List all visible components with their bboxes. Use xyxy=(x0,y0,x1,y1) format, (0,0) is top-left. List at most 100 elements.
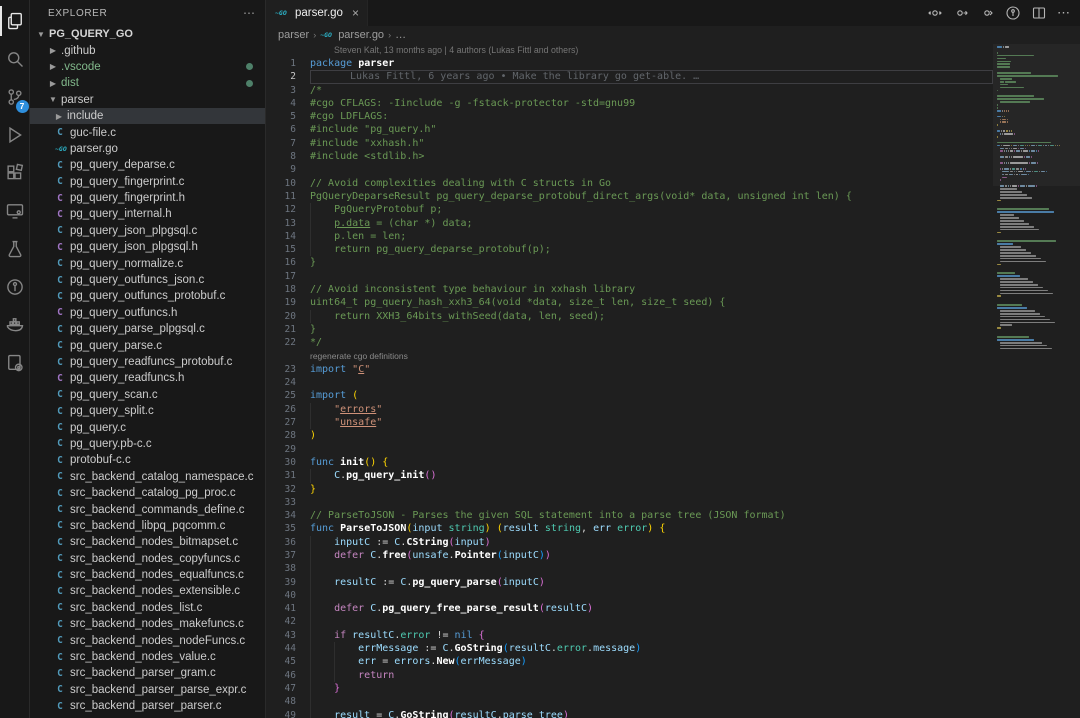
remote-explorer-icon[interactable] xyxy=(0,192,30,230)
code-line[interactable]: 5#cgo LDFLAGS: xyxy=(266,110,993,123)
code-line[interactable]: 7#include "xxhash.h" xyxy=(266,137,993,150)
minimap[interactable] xyxy=(993,44,1080,718)
code-line[interactable]: 26 "errors" xyxy=(266,403,993,416)
tree-file-pg-query-split-c[interactable]: Cpg_query_split.c xyxy=(30,403,265,419)
tree-folder--github[interactable]: ▶.github xyxy=(30,42,265,58)
next-change-icon[interactable] xyxy=(979,5,995,21)
code-line[interactable]: 2Lukas Fittl, 6 years ago • Make the lib… xyxy=(266,70,993,83)
code-line[interactable]: 37 defer C.free(unsafe.Pointer(inputC)) xyxy=(266,549,993,562)
tree-file-src-backend-nodes-equalfuncs-c[interactable]: Csrc_backend_nodes_equalfuncs.c xyxy=(30,567,265,583)
code-line[interactable]: 48 xyxy=(266,695,993,708)
line-number[interactable]: 11 xyxy=(266,190,310,203)
line-number[interactable]: 1 xyxy=(266,57,310,70)
line-number[interactable]: 29 xyxy=(266,443,310,456)
code-line[interactable]: 13 p.data = (char *) data; xyxy=(266,217,993,230)
line-number[interactable]: 26 xyxy=(266,403,310,416)
code-line[interactable]: 43 if resultC.error != nil { xyxy=(266,629,993,642)
tree-file-pg-query-outfuncs-protobuf-c[interactable]: Cpg_query_outfuncs_protobuf.c xyxy=(30,288,265,304)
tree-file-src-backend-parser-parser-c[interactable]: Csrc_backend_parser_parser.c xyxy=(30,698,265,714)
previous-change-icon[interactable] xyxy=(953,5,969,21)
breadcrumb-folder[interactable]: parser xyxy=(278,29,309,41)
line-number[interactable]: 37 xyxy=(266,549,310,562)
tree-file-src-backend-nodes-list-c[interactable]: Csrc_backend_nodes_list.c xyxy=(30,600,265,616)
tree-file-src-backend-commands-define-c[interactable]: Csrc_backend_commands_define.c xyxy=(30,501,265,517)
tree-folder-dist[interactable]: ▶dist xyxy=(30,75,265,91)
tree-file-parser-go[interactable]: ~GOparser.go xyxy=(30,141,265,157)
code-line[interactable]: 8#include <stdlib.h> xyxy=(266,150,993,163)
split-editor-icon[interactable] xyxy=(1031,5,1047,21)
line-number[interactable]: 7 xyxy=(266,137,310,150)
tree-file-pg-query-outfuncs-json-c[interactable]: Cpg_query_outfuncs_json.c xyxy=(30,272,265,288)
code-line[interactable]: 35func ParseToJSON(input string) (result… xyxy=(266,522,993,535)
line-number[interactable]: 48 xyxy=(266,695,310,708)
tab-parser-go[interactable]: ~GO parser.go × xyxy=(266,0,368,26)
code-line[interactable]: 18// Avoid inconsistent type behaviour i… xyxy=(266,283,993,296)
tree-file-pg-query-json-plpgsql-h[interactable]: Cpg_query_json_plpgsql.h xyxy=(30,239,265,255)
code-line[interactable]: 21} xyxy=(266,323,993,336)
tree-file-pg-query-c[interactable]: Cpg_query.c xyxy=(30,419,265,435)
line-number[interactable]: 47 xyxy=(266,682,310,695)
line-number[interactable]: 35 xyxy=(266,522,310,535)
tree-file-src-backend-nodes-nodefuncs-c[interactable]: Csrc_backend_nodes_nodeFuncs.c xyxy=(30,632,265,648)
line-number[interactable]: 43 xyxy=(266,629,310,642)
project-manager-icon[interactable] xyxy=(0,344,30,382)
tree-file-src-backend-catalog-pg-proc-c[interactable]: Csrc_backend_catalog_pg_proc.c xyxy=(30,485,265,501)
line-number[interactable]: 45 xyxy=(266,655,310,668)
line-number[interactable]: 8 xyxy=(266,150,310,163)
line-number[interactable]: 31 xyxy=(266,469,310,482)
code-line[interactable]: 11PgQueryDeparseResult pg_query_deparse_… xyxy=(266,190,993,203)
code-line[interactable]: 12 PgQueryProtobuf p; xyxy=(266,203,993,216)
line-number[interactable]: 40 xyxy=(266,589,310,602)
tree-file-pg-query-fingerprint-h[interactable]: Cpg_query_fingerprint.h xyxy=(30,190,265,206)
gitlens-graph-icon[interactable] xyxy=(1005,5,1021,21)
code-line[interactable]: 16} xyxy=(266,256,993,269)
code-line[interactable]: 15 return pg_query_deparse_protobuf(p); xyxy=(266,243,993,256)
line-number[interactable]: 23 xyxy=(266,363,310,376)
tree-file-pg-query-readfuncs-protobuf-c[interactable]: Cpg_query_readfuncs_protobuf.c xyxy=(30,354,265,370)
more-actions-icon[interactable]: ⋯ xyxy=(1057,5,1070,21)
line-number[interactable]: 21 xyxy=(266,323,310,336)
close-tab-icon[interactable]: × xyxy=(352,6,359,20)
tree-file-src-backend-nodes-copyfuncs-c[interactable]: Csrc_backend_nodes_copyfuncs.c xyxy=(30,551,265,567)
search-icon[interactable] xyxy=(0,40,30,78)
tree-file-src-backend-nodes-bitmapset-c[interactable]: Csrc_backend_nodes_bitmapset.c xyxy=(30,534,265,550)
code-line[interactable]: 6#include "pg_query.h" xyxy=(266,123,993,136)
code-line[interactable]: 22*/ xyxy=(266,336,993,349)
tree-file-pg-query-outfuncs-h[interactable]: Cpg_query_outfuncs.h xyxy=(30,305,265,321)
code-line[interactable]: 32} xyxy=(266,483,993,496)
line-number[interactable]: 9 xyxy=(266,163,310,176)
line-number[interactable]: 13 xyxy=(266,217,310,230)
line-number[interactable]: 17 xyxy=(266,270,310,283)
tree-file-src-backend-parser-parse-expr-c[interactable]: Csrc_backend_parser_parse_expr.c xyxy=(30,682,265,698)
line-number[interactable]: 19 xyxy=(266,296,310,309)
testing-icon[interactable] xyxy=(0,230,30,268)
code-line[interactable]: 47 } xyxy=(266,682,993,695)
line-number[interactable]: 14 xyxy=(266,230,310,243)
open-changes-icon[interactable] xyxy=(927,5,943,21)
tree-file-src-backend-nodes-extensible-c[interactable]: Csrc_backend_nodes_extensible.c xyxy=(30,583,265,599)
line-number[interactable]: 27 xyxy=(266,416,310,429)
explorer-more-actions-icon[interactable]: ⋯ xyxy=(243,6,255,20)
docker-icon[interactable] xyxy=(0,306,30,344)
code-line[interactable]: 33 xyxy=(266,496,993,509)
code-line[interactable]: 9 xyxy=(266,163,993,176)
line-number[interactable]: 36 xyxy=(266,536,310,549)
code-line[interactable]: 4#cgo CFLAGS: -Iinclude -g -fstack-prote… xyxy=(266,97,993,110)
line-number[interactable]: 42 xyxy=(266,615,310,628)
code-line[interactable]: 19uint64_t pg_query_hash_xxh3_64(void *d… xyxy=(266,296,993,309)
line-number[interactable]: 39 xyxy=(266,576,310,589)
gitlens-icon[interactable] xyxy=(0,268,30,306)
line-number[interactable]: 20 xyxy=(266,310,310,323)
line-number[interactable]: 10 xyxy=(266,177,310,190)
line-number[interactable]: 32 xyxy=(266,483,310,496)
line-number[interactable]: 33 xyxy=(266,496,310,509)
code-line[interactable]: 39 resultC := C.pg_query_parse(inputC) xyxy=(266,576,993,589)
tree-folder--vscode[interactable]: ▶.vscode xyxy=(30,59,265,75)
code-line[interactable]: 36 inputC := C.CString(input) xyxy=(266,536,993,549)
tree-file-pg-query-readfuncs-h[interactable]: Cpg_query_readfuncs.h xyxy=(30,370,265,386)
tree-file-pg-query-json-plpgsql-c[interactable]: Cpg_query_json_plpgsql.c xyxy=(30,223,265,239)
line-number[interactable]: 44 xyxy=(266,642,310,655)
code-line[interactable]: 10// Avoid complexities dealing with C s… xyxy=(266,177,993,190)
line-number[interactable]: 4 xyxy=(266,97,310,110)
tree-file-src-backend-libpq-pqcomm-c[interactable]: Csrc_backend_libpq_pqcomm.c xyxy=(30,518,265,534)
